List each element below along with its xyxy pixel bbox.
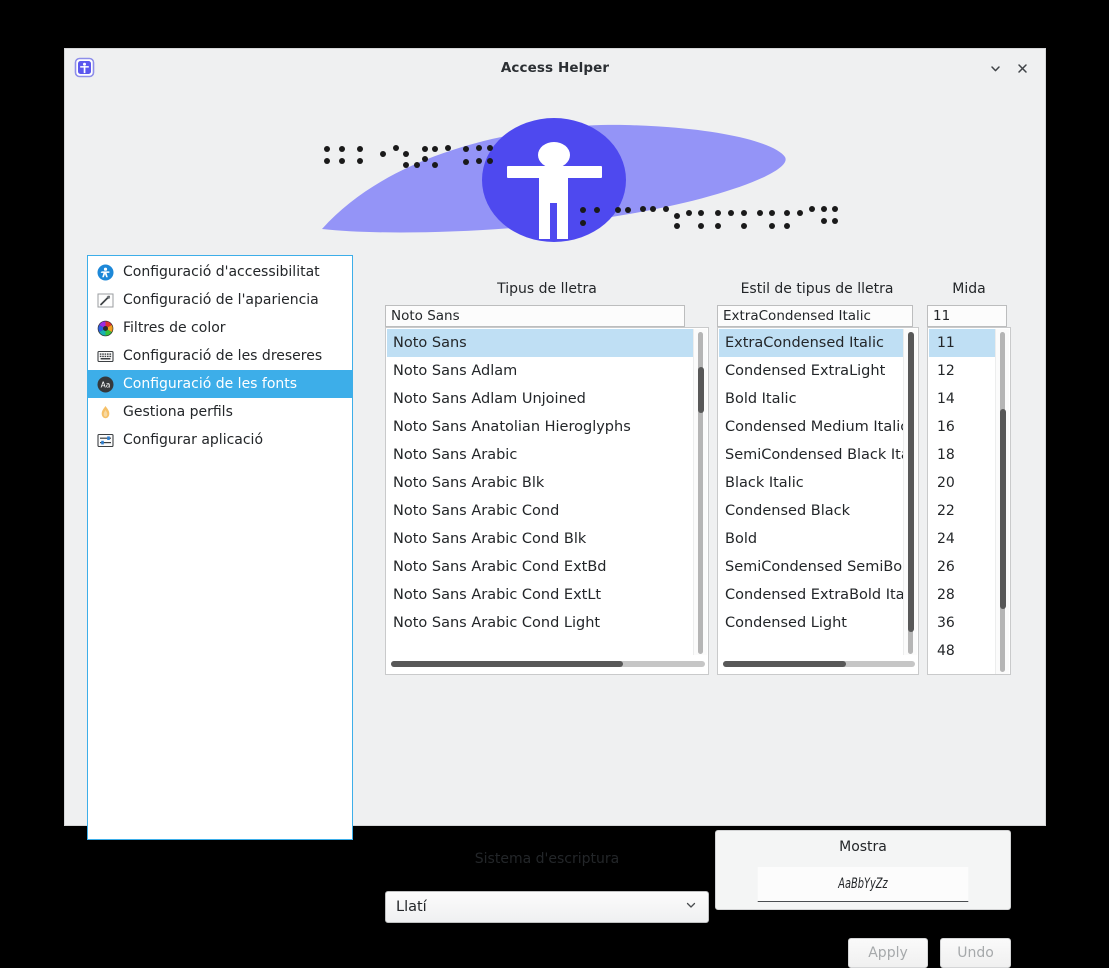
font-family-listbox[interactable]: Noto Sans Noto Sans Adlam Noto Sans Adla… xyxy=(385,327,709,675)
list-item[interactable]: Noto Sans Arabic Cond ExtBd xyxy=(387,553,693,581)
undo-button[interactable]: Undo xyxy=(940,938,1011,968)
scrollbar-thumb[interactable] xyxy=(698,367,704,413)
sidebar-item-label: Gestiona perfils xyxy=(123,404,233,420)
font-preview-panel: Mostra AaBbYyZz xyxy=(715,830,1011,910)
scrollbar-thumb[interactable] xyxy=(908,332,914,632)
application-window: Access Helper xyxy=(64,48,1046,826)
scrollbar-thumb[interactable] xyxy=(1000,409,1006,609)
window-body: Configuració d'accessibilitat Configurac… xyxy=(65,243,1045,825)
list-item[interactable]: Noto Sans Arabic Cond Blk xyxy=(387,525,693,553)
apply-button[interactable]: Apply xyxy=(848,938,928,968)
list-item[interactable]: 14 xyxy=(929,385,995,413)
window-titlebar: Access Helper xyxy=(65,49,1045,87)
list-item[interactable]: 48 xyxy=(929,637,995,665)
minimize-button[interactable] xyxy=(984,57,1006,79)
flame-icon xyxy=(97,404,114,421)
list-item[interactable]: 24 xyxy=(929,525,995,553)
font-family-list: Noto Sans Noto Sans Adlam Noto Sans Adla… xyxy=(387,329,693,655)
font-family-horizontal-scrollbar[interactable] xyxy=(387,655,709,673)
list-item[interactable]: SemiCondensed SemiBold xyxy=(719,553,903,581)
sidebar-item-color-filters[interactable]: Filtres de color xyxy=(88,314,352,342)
list-item[interactable]: 12 xyxy=(929,357,995,385)
list-item[interactable]: Condensed Light xyxy=(719,609,903,637)
font-style-vertical-scrollbar[interactable] xyxy=(903,329,917,657)
sidebar-item-fonts[interactable]: Aa Configuració de les fonts xyxy=(88,370,352,398)
list-item[interactable]: SemiCondensed Black Italic xyxy=(719,441,903,469)
list-item[interactable]: Noto Sans Arabic Cond xyxy=(387,497,693,525)
sidebar-item-shortcuts[interactable]: Configuració de les dreseres xyxy=(88,342,352,370)
font-style-horizontal-scrollbar[interactable] xyxy=(719,655,919,673)
banner-logo xyxy=(65,87,1045,243)
list-item[interactable]: Bold Italic xyxy=(719,385,903,413)
font-size-listbox[interactable]: 11 12 14 16 18 20 22 24 26 28 36 48 xyxy=(927,327,1011,675)
accessibility-icon xyxy=(97,264,114,281)
font-style-input[interactable]: ExtraCondensed Italic xyxy=(717,305,913,327)
font-style-list: ExtraCondensed Italic Condensed ExtraLig… xyxy=(719,329,903,655)
scrollbar-thumb[interactable] xyxy=(723,661,846,667)
list-item[interactable]: Noto Sans Arabic Cond Light xyxy=(387,609,693,637)
window-title: Access Helper xyxy=(65,60,1045,76)
sidebar-item-configure-app[interactable]: Configurar aplicació xyxy=(88,426,352,454)
list-item[interactable]: Condensed Black xyxy=(719,497,903,525)
font-size-input[interactable]: 11 xyxy=(927,305,1007,327)
writing-system-select[interactable]: Llatí xyxy=(385,891,709,923)
accessibility-logo-graphic xyxy=(65,87,1045,243)
sidebar-item-appearance[interactable]: Configuració de l'apariencia xyxy=(88,286,352,314)
font-aa-icon: Aa xyxy=(97,376,114,393)
sidebar-item-label: Configurar aplicació xyxy=(123,432,263,448)
sidebar-item-accessibility[interactable]: Configuració d'accessibilitat xyxy=(88,258,352,286)
list-item[interactable]: Noto Sans Arabic Cond ExtLt xyxy=(387,581,693,609)
list-item[interactable]: Noto Sans Adlam xyxy=(387,357,693,385)
list-item[interactable]: Black Italic xyxy=(719,469,903,497)
list-item[interactable]: Noto Sans Adlam Unjoined xyxy=(387,385,693,413)
list-item[interactable]: 26 xyxy=(929,553,995,581)
list-item[interactable]: Noto Sans Arabic xyxy=(387,441,693,469)
font-family-vertical-scrollbar[interactable] xyxy=(693,329,707,657)
close-icon xyxy=(1016,62,1029,75)
list-item[interactable]: 11 xyxy=(929,329,995,357)
color-wheel-icon xyxy=(97,320,114,337)
list-item[interactable]: Bold xyxy=(719,525,903,553)
svg-text:Aa: Aa xyxy=(101,380,111,389)
list-item[interactable]: Condensed ExtraLight xyxy=(719,357,903,385)
brush-icon xyxy=(97,292,114,309)
list-item[interactable]: ExtraCondensed Italic xyxy=(719,329,903,357)
list-item[interactable]: 28 xyxy=(929,581,995,609)
font-family-input[interactable]: Noto Sans xyxy=(385,305,685,327)
close-button[interactable] xyxy=(1011,57,1033,79)
sidebar-item-label: Configuració d'accessibilitat xyxy=(123,264,320,280)
font-size-list: 11 12 14 16 18 20 22 24 26 28 36 48 xyxy=(929,329,995,673)
font-size-vertical-scrollbar[interactable] xyxy=(995,329,1009,675)
list-item[interactable]: Condensed ExtraBold Italic xyxy=(719,581,903,609)
preview-title: Mostra xyxy=(716,839,1010,855)
sidebar-item-label: Filtres de color xyxy=(123,320,226,336)
list-item[interactable]: 18 xyxy=(929,441,995,469)
font-family-title: Tipus de lletra xyxy=(385,281,709,297)
sidebar-item-label: Configuració de l'apariencia xyxy=(123,292,319,308)
list-item[interactable]: Noto Sans xyxy=(387,329,693,357)
writing-system-label: Sistema d'escriptura xyxy=(385,851,709,867)
list-item[interactable]: 36 xyxy=(929,609,995,637)
settings-sidebar: Configuració d'accessibilitat Configurac… xyxy=(87,255,353,840)
chevron-down-icon xyxy=(989,62,1002,75)
sidebar-item-profiles[interactable]: Gestiona perfils xyxy=(88,398,352,426)
list-item[interactable]: 16 xyxy=(929,413,995,441)
braille-dots-right xyxy=(580,206,838,229)
font-style-listbox[interactable]: ExtraCondensed Italic Condensed ExtraLig… xyxy=(717,327,919,675)
scrollbar-thumb[interactable] xyxy=(391,661,623,667)
sidebar-item-label: Configuració de les dreseres xyxy=(123,348,322,364)
list-item[interactable]: 20 xyxy=(929,469,995,497)
list-item[interactable]: Noto Sans Arabic Blk xyxy=(387,469,693,497)
sidebar-item-label: Configuració de les fonts xyxy=(123,376,297,392)
writing-system-value: Llatí xyxy=(396,899,427,915)
sliders-icon xyxy=(97,432,114,449)
list-item[interactable]: 22 xyxy=(929,497,995,525)
list-item[interactable]: Noto Sans Anatolian Hieroglyphs xyxy=(387,413,693,441)
list-item[interactable]: Condensed Medium Italic xyxy=(719,413,903,441)
font-style-title: Estil de tipus de lletra xyxy=(717,281,917,297)
preview-sample-text: AaBbYyZz xyxy=(758,867,969,902)
font-size-title: Mida xyxy=(927,281,1011,297)
keyboard-icon xyxy=(97,348,114,365)
